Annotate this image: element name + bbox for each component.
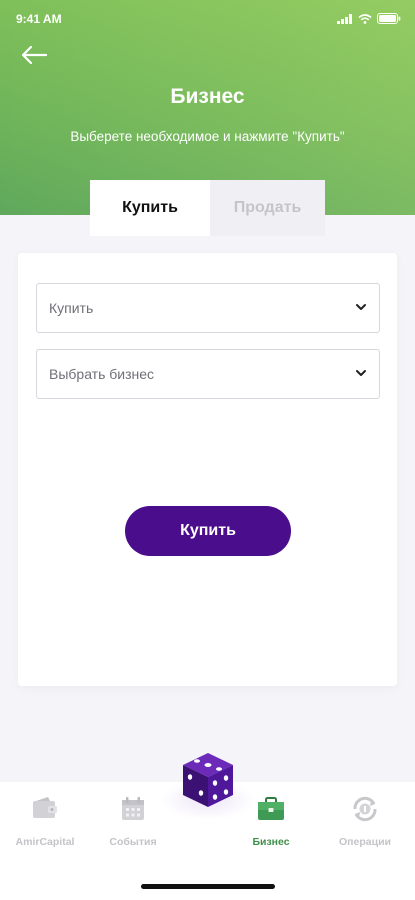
wifi-icon bbox=[358, 13, 372, 24]
briefcase-icon bbox=[258, 797, 284, 820]
dice-icon bbox=[183, 753, 233, 807]
battery-icon bbox=[377, 13, 401, 24]
status-icons bbox=[337, 13, 401, 24]
nav-item-operations[interactable]: Операции bbox=[320, 794, 410, 848]
chevron-down-icon bbox=[356, 370, 366, 376]
nav-label-events: События bbox=[109, 836, 157, 848]
operations-icon bbox=[353, 796, 377, 822]
nav-label-amircapital: AmirCapital bbox=[15, 836, 75, 848]
arrow-left-icon bbox=[21, 45, 48, 65]
action-select[interactable]: Купить bbox=[36, 283, 380, 333]
page-subtitle: Выберете необходимое и нажмите "Купить" bbox=[70, 129, 345, 144]
status-bar: 9:41 AM bbox=[0, 10, 415, 30]
tab-sell[interactable]: Продать bbox=[210, 180, 325, 236]
tab-buy[interactable]: Купить bbox=[90, 180, 210, 236]
signal-icon bbox=[337, 13, 352, 24]
nav-item-amircapital[interactable]: AmirCapital bbox=[0, 794, 90, 848]
business-select-value: Выбрать бизнес bbox=[49, 366, 155, 382]
nav-label-operations: Операции bbox=[339, 836, 391, 848]
status-time: 9:41 AM bbox=[16, 12, 62, 26]
form-card: Купить Выбрать бизнес Купить bbox=[18, 253, 397, 686]
nav-label-business: Бизнес bbox=[252, 836, 290, 848]
wallet-icon bbox=[33, 797, 57, 818]
chevron-down-icon bbox=[356, 304, 366, 310]
buy-button[interactable]: Купить bbox=[125, 506, 291, 556]
action-select-value: Купить bbox=[49, 300, 94, 316]
tab-bar: Купить Продать bbox=[90, 180, 325, 236]
business-select[interactable]: Выбрать бизнес bbox=[36, 349, 380, 399]
calendar-icon bbox=[122, 797, 144, 820]
home-indicator bbox=[141, 884, 275, 889]
back-button[interactable] bbox=[20, 44, 50, 68]
page-title: Бизнес bbox=[170, 85, 245, 108]
dice-button[interactable] bbox=[175, 747, 241, 813]
